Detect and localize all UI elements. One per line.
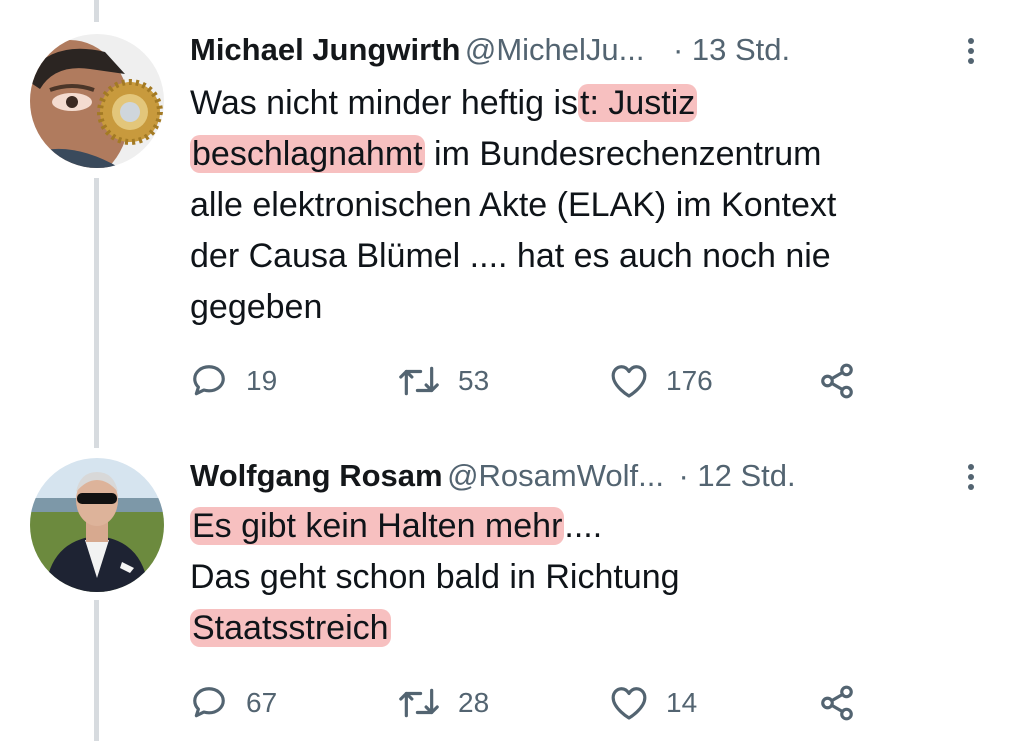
- like-button[interactable]: 176: [610, 356, 713, 406]
- tweet-line: der Causa Blümel .... hat es auch noch n…: [190, 237, 831, 275]
- tweet-text: Was nicht minder heftig ist: Justiz besc…: [190, 78, 836, 333]
- tweet-line: Das geht schon bald in Richtung: [190, 558, 680, 596]
- retweet-icon: [399, 688, 439, 718]
- tweet-timestamp[interactable]: · 13 Std.: [673, 32, 790, 67]
- tweet-actions: 67 28 14: [190, 678, 870, 728]
- more-options-icon[interactable]: [966, 460, 976, 494]
- share-button[interactable]: [818, 356, 856, 406]
- retweet-count: 28: [458, 687, 490, 718]
- like-count: 14: [666, 687, 698, 718]
- author-handle[interactable]: @MichelJu...: [465, 32, 645, 67]
- share-icon: [821, 363, 853, 399]
- highlight-mark: Staatsstreich: [190, 609, 391, 647]
- tweet-line: Was nicht minder heftig ist: Justiz: [190, 84, 698, 122]
- retweet-button[interactable]: 28: [398, 678, 489, 728]
- tweet-line: alle elektronischen Akte (ELAK) im Konte…: [190, 186, 837, 224]
- reply-icon: [193, 687, 225, 718]
- author-name[interactable]: Michael Jungwirth: [190, 32, 460, 67]
- like-button[interactable]: 14: [610, 678, 697, 728]
- more-options-icon[interactable]: [966, 34, 976, 68]
- tweet-text: Es gibt kein Halten mehr.... Das geht sc…: [190, 501, 680, 654]
- reply-count: 67: [246, 687, 278, 718]
- tweet-line: Es gibt kein Halten mehr....: [190, 507, 603, 545]
- avatar[interactable]: [30, 458, 164, 592]
- tweet-line: gegeben: [190, 288, 323, 326]
- thread-line-connector: [94, 178, 99, 448]
- retweet-icon: [399, 366, 439, 396]
- like-count: 176: [666, 365, 713, 396]
- like-icon: [611, 365, 647, 398]
- tweet-line: beschlagnahmt im Bundesrechenzentrum: [190, 135, 822, 173]
- tweet-header: Michael Jungwirth @MichelJu... · 13 Std.: [190, 32, 790, 74]
- tweet-line: Staatsstreich: [190, 603, 680, 654]
- retweet-button[interactable]: 53: [398, 356, 489, 406]
- retweet-count: 53: [458, 365, 490, 396]
- tweet-header: Wolfgang Rosam @RosamWolf... · 12 Std.: [190, 458, 796, 500]
- thread-line-bottom: [94, 600, 99, 741]
- thread-line-top: [94, 0, 99, 22]
- share-button[interactable]: [818, 678, 856, 728]
- like-icon: [611, 687, 647, 720]
- highlight-mark: t: Justiz: [578, 84, 698, 122]
- reply-icon: [193, 365, 225, 396]
- highlight-mark: beschlagnahmt: [190, 135, 425, 173]
- tweet-timestamp[interactable]: · 12 Std.: [678, 458, 795, 493]
- author-name[interactable]: Wolfgang Rosam: [190, 458, 443, 493]
- share-icon: [821, 685, 853, 721]
- reply-button[interactable]: 67: [190, 678, 277, 728]
- reply-button[interactable]: 19: [190, 356, 277, 406]
- tweet-actions: 19 53 176: [190, 356, 870, 406]
- avatar[interactable]: [30, 34, 164, 168]
- highlight-mark: Es gibt kein Halten mehr: [190, 507, 565, 545]
- reply-count: 19: [246, 365, 278, 396]
- author-handle[interactable]: @RosamWolf...: [447, 458, 664, 493]
